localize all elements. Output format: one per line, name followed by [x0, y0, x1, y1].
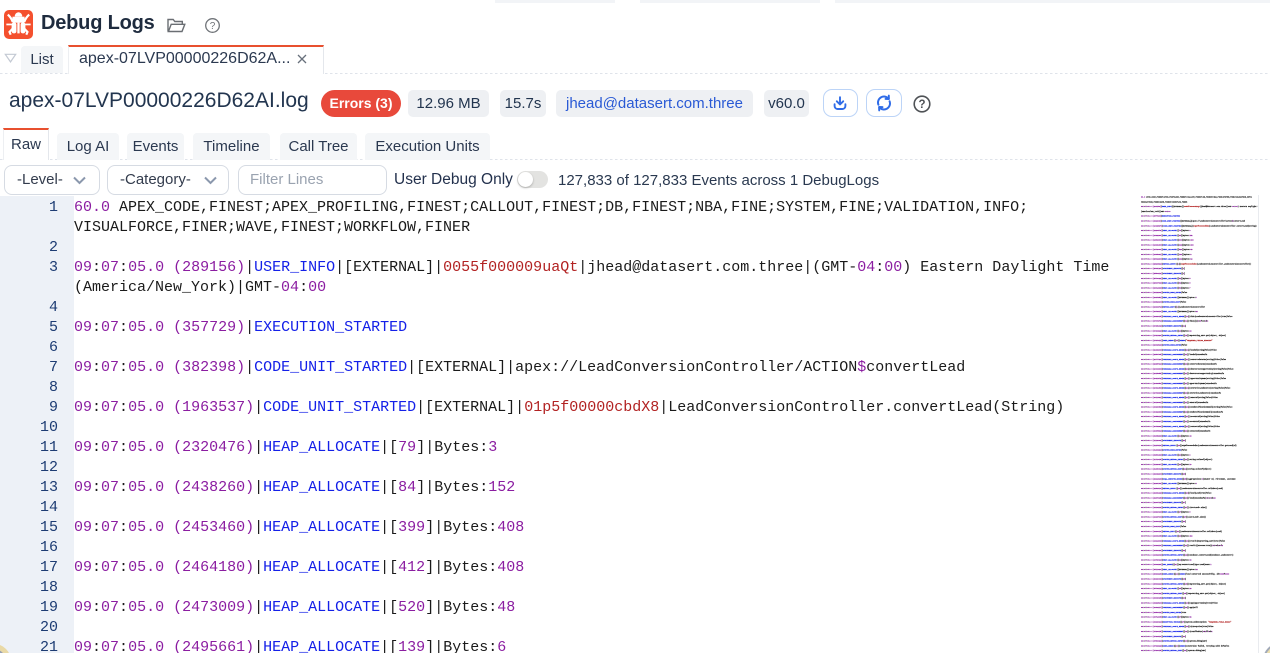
svg-text:?: ?: [210, 21, 216, 32]
svg-text:?: ?: [918, 99, 925, 111]
